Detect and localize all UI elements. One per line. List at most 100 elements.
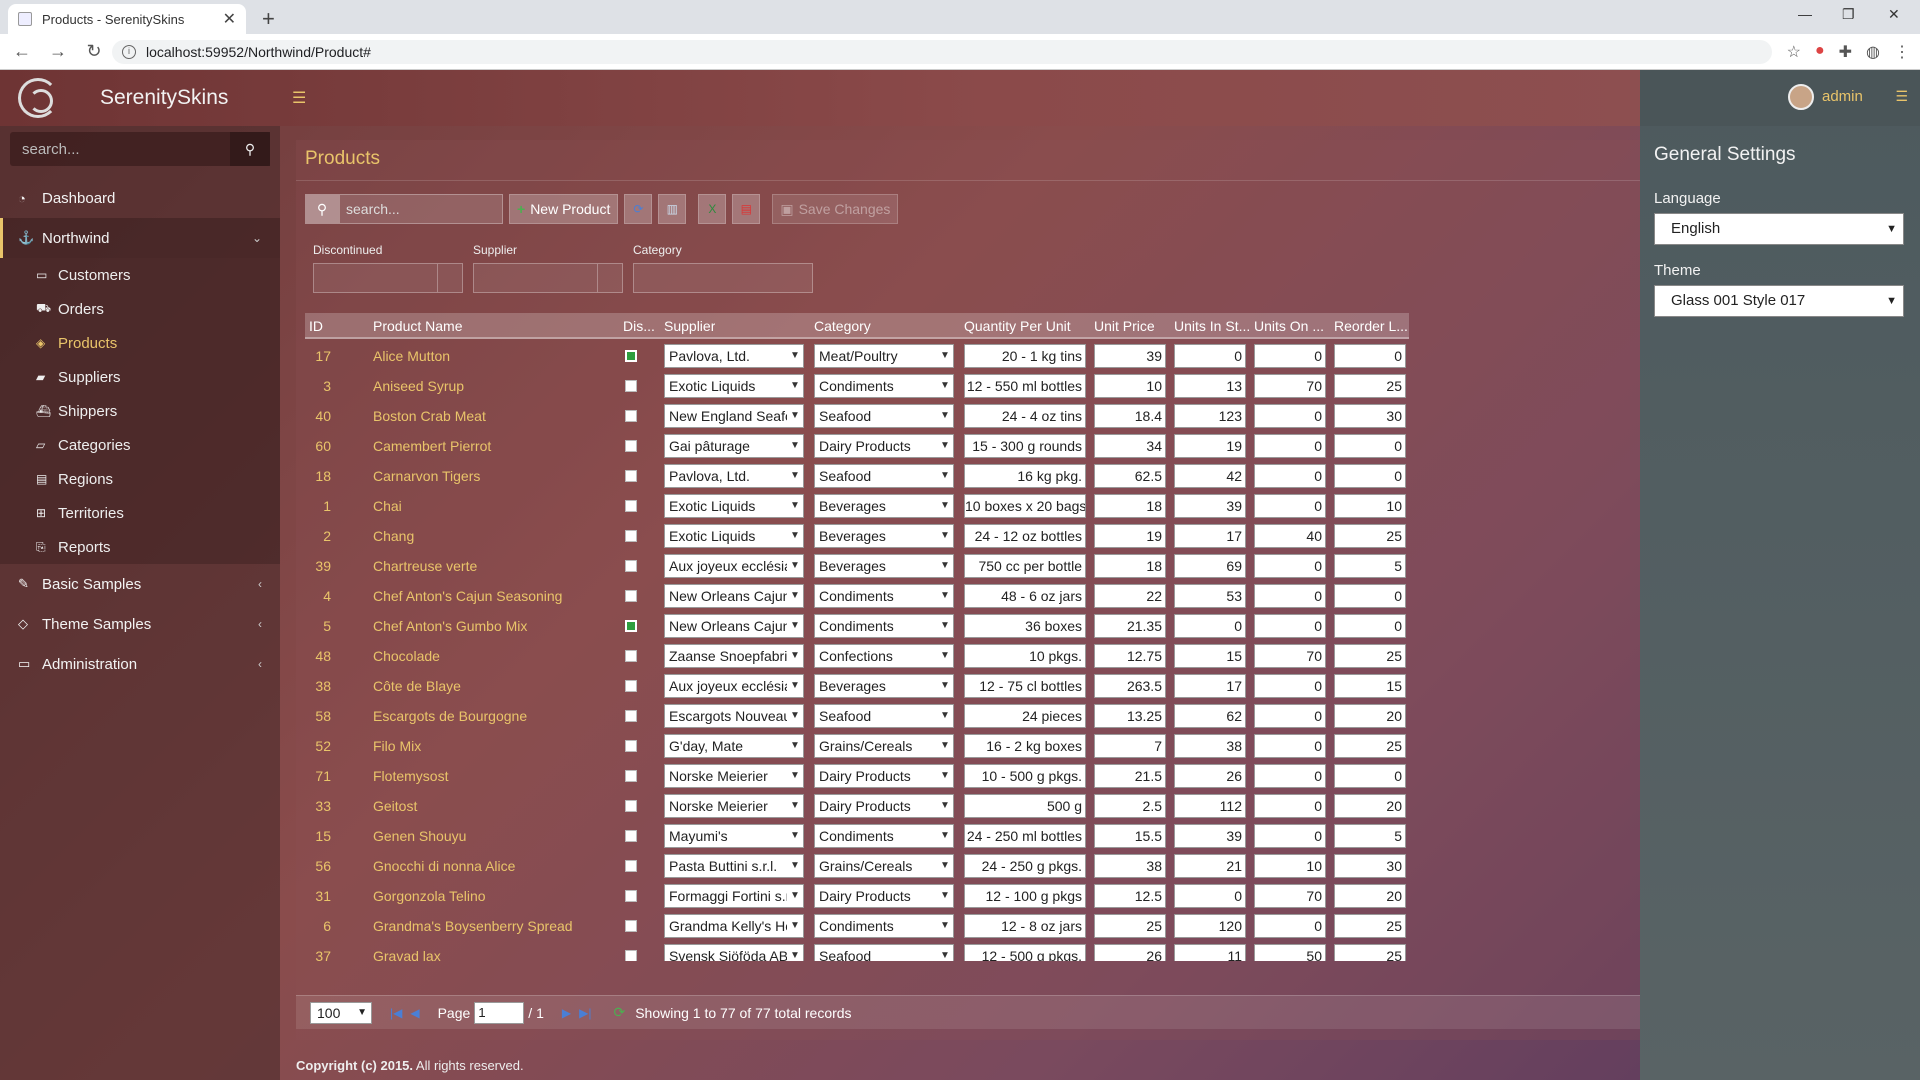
cell-product-name-link[interactable]: Gravad lax — [373, 948, 441, 961]
cell-product-name-link[interactable]: Genen Shouyu — [373, 828, 466, 844]
reorder-level-input[interactable]: 0 — [1334, 464, 1406, 488]
supplier-select[interactable]: Formaggi Fortini s.r ▼ — [664, 884, 804, 908]
category-select[interactable]: Beverages ▼ — [814, 524, 954, 548]
units-on-order-input[interactable]: 40 — [1254, 524, 1326, 548]
quantity-input[interactable]: 12 - 500 g pkgs. — [964, 944, 1086, 961]
new-product-button[interactable]: + New Product — [509, 194, 619, 224]
units-on-order-input[interactable]: 0 — [1254, 764, 1326, 788]
unit-price-input[interactable]: 13.25 — [1094, 704, 1166, 728]
discontinued-checkbox[interactable] — [625, 560, 637, 572]
units-on-order-input[interactable]: 0 — [1254, 794, 1326, 818]
browser-tab[interactable]: Products - SerenitySkins ✕ — [8, 4, 246, 34]
supplier-select[interactable]: Aux joyeux ecclésia ▼ — [664, 674, 804, 698]
discontinued-checkbox[interactable] — [625, 500, 637, 512]
cell-product-name-link[interactable]: Chartreuse verte — [373, 558, 477, 574]
unit-price-input[interactable]: 10 — [1094, 374, 1166, 398]
reorder-level-input[interactable]: 5 — [1334, 554, 1406, 578]
reorder-level-input[interactable]: 25 — [1334, 524, 1406, 548]
unit-price-input[interactable]: 22 — [1094, 584, 1166, 608]
window-close-icon[interactable]: ✕ — [1888, 6, 1900, 23]
sidebar-item-regions[interactable]: ▤ Regions — [0, 462, 280, 496]
category-select[interactable]: Confections ▼ — [814, 644, 954, 668]
unit-price-input[interactable]: 34 — [1094, 434, 1166, 458]
units-in-stock-input[interactable]: 21 — [1174, 854, 1246, 878]
column-header-product-name[interactable]: Product Name — [373, 318, 462, 334]
unit-price-input[interactable]: 7 — [1094, 734, 1166, 758]
quantity-input[interactable]: 16 - 2 kg boxes — [964, 734, 1086, 758]
category-select[interactable]: Beverages ▼ — [814, 494, 954, 518]
supplier-select[interactable]: Grandma Kelly's Ho ▼ — [664, 914, 804, 938]
reorder-level-input[interactable]: 0 — [1334, 344, 1406, 368]
user-name[interactable]: admin — [1822, 88, 1863, 105]
unit-price-input[interactable]: 12.5 — [1094, 884, 1166, 908]
language-select[interactable]: English ▼ — [1654, 213, 1904, 245]
reorder-level-input[interactable]: 30 — [1334, 854, 1406, 878]
category-select[interactable]: Condiments ▼ — [814, 824, 954, 848]
units-on-order-input[interactable]: 70 — [1254, 644, 1326, 668]
category-select[interactable]: Dairy Products ▼ — [814, 764, 954, 788]
units-on-order-input[interactable]: 0 — [1254, 914, 1326, 938]
unit-price-input[interactable]: 18 — [1094, 494, 1166, 518]
unit-price-input[interactable]: 18 — [1094, 554, 1166, 578]
prev-page-icon[interactable]: ◀ — [410, 1006, 419, 1020]
quantity-input[interactable]: 10 pkgs. — [964, 644, 1086, 668]
category-select[interactable]: Condiments ▼ — [814, 584, 954, 608]
reload-icon[interactable]: ↻ — [80, 41, 108, 62]
discontinued-checkbox[interactable] — [625, 440, 637, 452]
forward-icon[interactable]: → — [44, 41, 72, 62]
avatar[interactable] — [1788, 84, 1814, 110]
puzzle-icon[interactable]: ✚ — [1839, 42, 1852, 62]
reorder-level-input[interactable]: 10 — [1334, 494, 1406, 518]
cell-product-name-link[interactable]: Chef Anton's Gumbo Mix — [373, 618, 527, 634]
close-tab-icon[interactable]: ✕ — [223, 9, 236, 29]
reorder-level-input[interactable]: 20 — [1334, 794, 1406, 818]
cell-product-name-link[interactable]: Chef Anton's Cajun Seasoning — [373, 588, 562, 604]
discontinued-checkbox[interactable] — [625, 920, 637, 932]
reorder-level-input[interactable]: 25 — [1334, 734, 1406, 758]
cell-product-name-link[interactable]: Alice Mutton — [373, 348, 450, 364]
column-header-units-on-order[interactable]: Units On ... — [1254, 318, 1330, 334]
units-in-stock-input[interactable]: 62 — [1174, 704, 1246, 728]
units-in-stock-input[interactable]: 0 — [1174, 344, 1246, 368]
cell-product-name-link[interactable]: Chang — [373, 528, 414, 544]
quantity-input[interactable]: 48 - 6 oz jars — [964, 584, 1086, 608]
quantity-input[interactable]: 12 - 75 cl bottles — [964, 674, 1086, 698]
category-select[interactable]: Seafood ▼ — [814, 704, 954, 728]
reorder-level-input[interactable]: 0 — [1334, 584, 1406, 608]
unit-price-input[interactable]: 19 — [1094, 524, 1166, 548]
units-on-order-input[interactable]: 0 — [1254, 494, 1326, 518]
page-size-select[interactable]: 100 ▼ — [310, 1001, 372, 1024]
reorder-level-input[interactable]: 20 — [1334, 704, 1406, 728]
save-changes-button[interactable]: ▣ Save Changes — [772, 194, 899, 224]
quantity-input[interactable]: 12 - 100 g pkgs — [964, 884, 1086, 908]
units-on-order-input[interactable]: 50 — [1254, 944, 1326, 961]
supplier-filter[interactable] — [473, 263, 623, 293]
column-header-category[interactable]: Category — [814, 318, 871, 334]
supplier-select[interactable]: Norske Meierier ▼ — [664, 764, 804, 788]
supplier-select[interactable]: New Orleans Cajun ▼ — [664, 614, 804, 638]
units-in-stock-input[interactable]: 17 — [1174, 524, 1246, 548]
units-in-stock-input[interactable]: 69 — [1174, 554, 1246, 578]
quantity-input[interactable]: 24 - 12 oz bottles — [964, 524, 1086, 548]
settings-sliders-icon[interactable]: ☰ — [1895, 88, 1908, 105]
units-in-stock-input[interactable]: 53 — [1174, 584, 1246, 608]
reorder-level-input[interactable]: 5 — [1334, 824, 1406, 848]
column-picker-button[interactable]: ▥ — [658, 194, 687, 224]
quantity-input[interactable]: 24 - 250 ml bottles — [964, 824, 1086, 848]
info-icon[interactable]: i — [122, 45, 136, 59]
supplier-select[interactable]: New Orleans Cajun ▼ — [664, 584, 804, 608]
unit-price-input[interactable]: 18.4 — [1094, 404, 1166, 428]
sidebar-item-theme-samples[interactable]: ◇ Theme Samples ‹ — [0, 604, 280, 644]
units-in-stock-input[interactable]: 0 — [1174, 614, 1246, 638]
column-header-id[interactable]: ID — [309, 318, 323, 334]
sidebar-item-shippers[interactable]: ⛴ Shippers — [0, 394, 280, 428]
brand-name[interactable]: SerenitySkins — [100, 86, 228, 110]
quantity-input[interactable]: 24 - 4 oz tins — [964, 404, 1086, 428]
quantity-input[interactable]: 10 - 500 g pkgs. — [964, 764, 1086, 788]
units-in-stock-input[interactable]: 26 — [1174, 764, 1246, 788]
category-select[interactable]: Seafood ▼ — [814, 944, 954, 961]
reload-icon[interactable]: ⟳ — [613, 1004, 625, 1021]
category-select[interactable]: Beverages ▼ — [814, 674, 954, 698]
unit-price-input[interactable]: 263.5 — [1094, 674, 1166, 698]
minimize-icon[interactable]: — — [1798, 6, 1812, 22]
